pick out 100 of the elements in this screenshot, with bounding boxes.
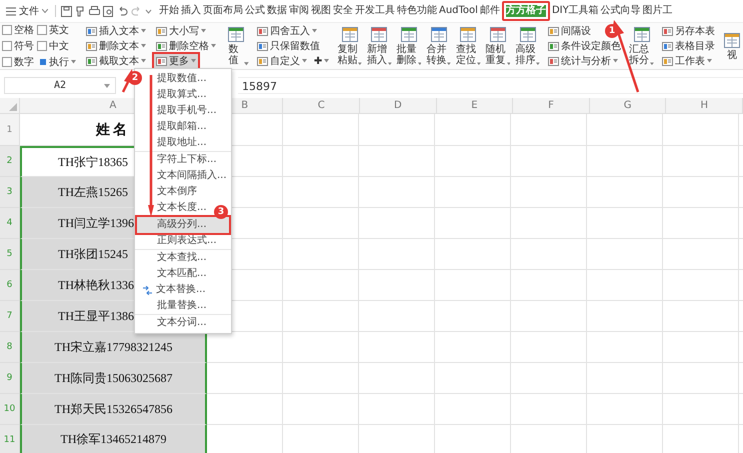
ribbon-button[interactable]: 更多 (154, 54, 198, 68)
ribbon-button[interactable]: 大小写 (154, 24, 208, 38)
ribbon-button[interactable]: 高级排序 (515, 26, 540, 66)
caret-icon (506, 62, 510, 66)
caret-icon (536, 62, 540, 66)
ribbon-button[interactable]: 批量删除 (396, 26, 422, 66)
ribbon-tab[interactable]: 视图 (311, 4, 331, 18)
column-header[interactable]: E (436, 98, 514, 113)
ribbon-button[interactable]: 删除文本 (84, 39, 148, 53)
menu-item[interactable]: 高级分列... (137, 217, 229, 233)
ribbon-button[interactable]: 数值 (224, 26, 249, 66)
ribbon-button[interactable]: 视 (723, 32, 741, 60)
print-icon[interactable] (89, 6, 100, 16)
ribbon-tab[interactable]: 开发工具 (355, 4, 395, 18)
sheet-icon (489, 26, 508, 43)
tool-icon (156, 26, 167, 36)
column-header[interactable]: G (590, 98, 666, 113)
ribbon-button[interactable]: ✚ (312, 54, 332, 68)
ribbon-tab[interactable]: 特色功能 (397, 4, 437, 18)
tool-icon (662, 40, 673, 52)
sheet-icon (518, 26, 537, 43)
ribbon-button[interactable]: 工作表 (660, 54, 714, 68)
caret-icon (707, 59, 712, 63)
sheet-icon (227, 26, 246, 43)
tool-icon (548, 40, 560, 52)
ribbon-button[interactable]: 汇总拆分 (629, 26, 654, 66)
caret-icon (201, 29, 206, 33)
caret-icon (71, 60, 76, 64)
ribbon-tab[interactable]: 数据 (267, 4, 287, 18)
column-header[interactable]: D (360, 98, 437, 113)
caret-icon[interactable] (104, 84, 110, 88)
preview-icon[interactable] (103, 6, 114, 16)
checkbox[interactable] (37, 41, 47, 51)
menu-icon (6, 6, 16, 16)
formula-field[interactable]: 15897 (238, 77, 743, 94)
checkbox[interactable] (2, 57, 12, 67)
ribbon-button[interactable]: 新增插入 (366, 26, 392, 66)
tool-icon (86, 56, 97, 66)
ribbon-button[interactable]: 表格目录 (660, 39, 717, 53)
ribbon-tab[interactable]: 公式 (245, 4, 265, 18)
ribbon-tab[interactable]: 方方格子 (502, 1, 550, 21)
column-header[interactable]: H (666, 98, 743, 113)
tool-icon (156, 56, 167, 66)
caret-icon (447, 62, 452, 66)
ribbon-tab[interactable]: 页面布局 (203, 4, 243, 18)
caret-icon (141, 29, 146, 33)
checkbox[interactable] (2, 25, 12, 35)
ribbon-button[interactable]: 四舍五入 (254, 24, 319, 38)
column-header[interactable]: F (513, 98, 590, 113)
tool-icon (156, 40, 167, 52)
caret-icon (312, 29, 317, 33)
ribbon-tab[interactable]: 插入 (181, 4, 201, 18)
menu-item[interactable]: 文本替换... (139, 282, 209, 298)
ribbon-button[interactable]: 插入文本 (84, 24, 148, 38)
brush-icon[interactable] (75, 6, 86, 16)
ribbon-tab[interactable]: AudTool (439, 4, 478, 18)
ribbon-button[interactable]: 复制粘贴 (337, 26, 362, 66)
ribbon-tab[interactable]: 审阅 (289, 4, 309, 18)
menu-item[interactable]: 文本查找... (154, 250, 210, 266)
sheet-icon (430, 26, 448, 43)
ribbon-tab[interactable]: DIY工具箱 (552, 4, 599, 18)
ribbon-button[interactable]: 条件设定颜色 (546, 39, 624, 53)
column-header[interactable]: C (283, 98, 360, 113)
replace-icon (142, 286, 153, 294)
ribbon-button[interactable]: 截取文本 (84, 54, 148, 68)
checkbox[interactable] (37, 25, 47, 35)
menu-item[interactable]: 提取数值... (154, 71, 210, 87)
caret-icon (141, 44, 146, 48)
ribbon-button[interactable]: 合并转换 (426, 26, 452, 66)
menu-item[interactable]: 提取邮箱... (154, 119, 210, 135)
tool-icon (86, 26, 97, 36)
name-box[interactable]: A2 (4, 77, 116, 94)
ribbon-tab[interactable]: 图片工 (642, 4, 673, 18)
ribbon-button[interactable]: 统计与分析 (546, 54, 620, 68)
file-menu-button[interactable]: 文件 (4, 2, 50, 20)
ribbon-tab[interactable]: 开始 (159, 4, 179, 18)
sheet-icon (370, 26, 388, 43)
table-cell: TH宋立嘉17798321245 (20, 332, 207, 363)
execute-button[interactable]: 执行 (37, 55, 78, 69)
ribbon-button[interactable]: 间隔设 (546, 24, 594, 38)
ribbon-tab[interactable]: 安全 (333, 4, 353, 18)
menu-item[interactable]: 文本分词... (154, 315, 210, 331)
ribbon-button[interactable]: 另存本表 (660, 24, 717, 38)
undo-icon[interactable] (117, 6, 128, 16)
select-all-icon[interactable] (8, 103, 17, 111)
ribbon-button[interactable]: 查找定位 (456, 26, 481, 66)
ribbon-tab[interactable]: 公式向导 (600, 4, 641, 18)
ribbon-tab[interactable]: 邮件 (480, 4, 500, 18)
menu-item[interactable]: 文本倒序 (154, 184, 200, 200)
ribbon-button[interactable]: 只保留数值 (254, 39, 322, 53)
sheet-icon (400, 26, 418, 43)
menu-item[interactable]: 批量替换... (154, 298, 210, 314)
ribbon-button[interactable]: 自定义 (254, 54, 309, 68)
ribbon-button[interactable]: 随机重复 (486, 26, 510, 66)
save-icon[interactable] (61, 6, 72, 16)
caret-icon (42, 9, 48, 13)
caret-icon (324, 59, 330, 63)
tool-icon (86, 40, 97, 52)
sheet-icon (632, 26, 651, 43)
checkbox[interactable] (2, 41, 12, 51)
